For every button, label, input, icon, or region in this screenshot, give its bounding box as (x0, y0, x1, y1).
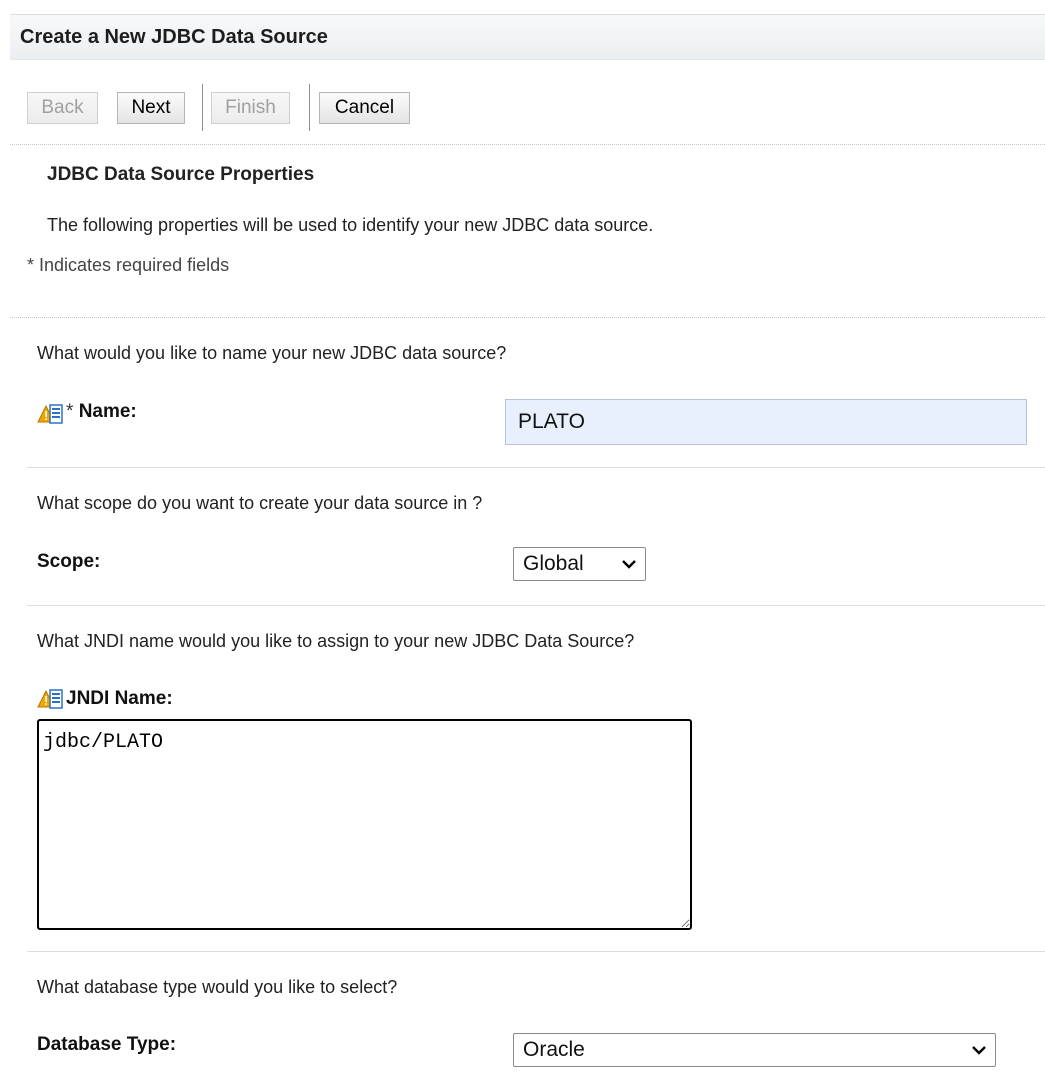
required-note: * Indicates required fields (27, 255, 230, 275)
dbtype-selected-value: Oracle (523, 1038, 585, 1061)
warning-help-icon[interactable] (37, 688, 63, 710)
name-question: What would you like to name your new JDB… (37, 343, 507, 363)
dbtype-question: What database type would you like to sel… (37, 977, 398, 997)
dbtype-label: Database Type: (37, 1034, 177, 1055)
toolbar-separator (309, 84, 310, 131)
divider (27, 951, 1045, 952)
next-button[interactable]: Next (117, 92, 185, 124)
divider (27, 605, 1045, 606)
scope-select[interactable]: Global (513, 547, 646, 581)
back-button[interactable]: Back (27, 92, 98, 124)
section-heading: JDBC Data Source Properties (47, 164, 315, 185)
name-input[interactable] (505, 399, 1027, 445)
name-label-text: Name: (78, 401, 137, 422)
scope-label: Scope: (37, 551, 101, 572)
divider (27, 467, 1045, 468)
toolbar-separator (202, 84, 203, 131)
dbtype-select[interactable]: Oracle (513, 1033, 996, 1067)
page-title: Create a New JDBC Data Source (20, 26, 328, 48)
required-marker: * (66, 401, 74, 422)
chevron-down-icon (622, 560, 636, 569)
scope-selected-value: Global (523, 552, 584, 575)
jndi-question: What JNDI name would you like to assign … (37, 631, 635, 651)
cancel-button[interactable]: Cancel (319, 92, 410, 124)
divider (10, 144, 1045, 145)
jndi-label: JNDI Name: (66, 688, 173, 709)
scope-question: What scope do you want to create your da… (37, 493, 483, 513)
warning-help-icon[interactable] (37, 403, 63, 425)
title-bar: Create a New JDBC Data Source (10, 14, 1045, 60)
chevron-down-icon (972, 1046, 986, 1055)
divider (10, 317, 1045, 318)
section-description: The following properties will be used to… (47, 215, 654, 235)
name-label: * Name: (66, 401, 137, 423)
jndi-textarea[interactable]: jdbc/PLATO (37, 719, 692, 930)
finish-button[interactable]: Finish (211, 92, 290, 124)
